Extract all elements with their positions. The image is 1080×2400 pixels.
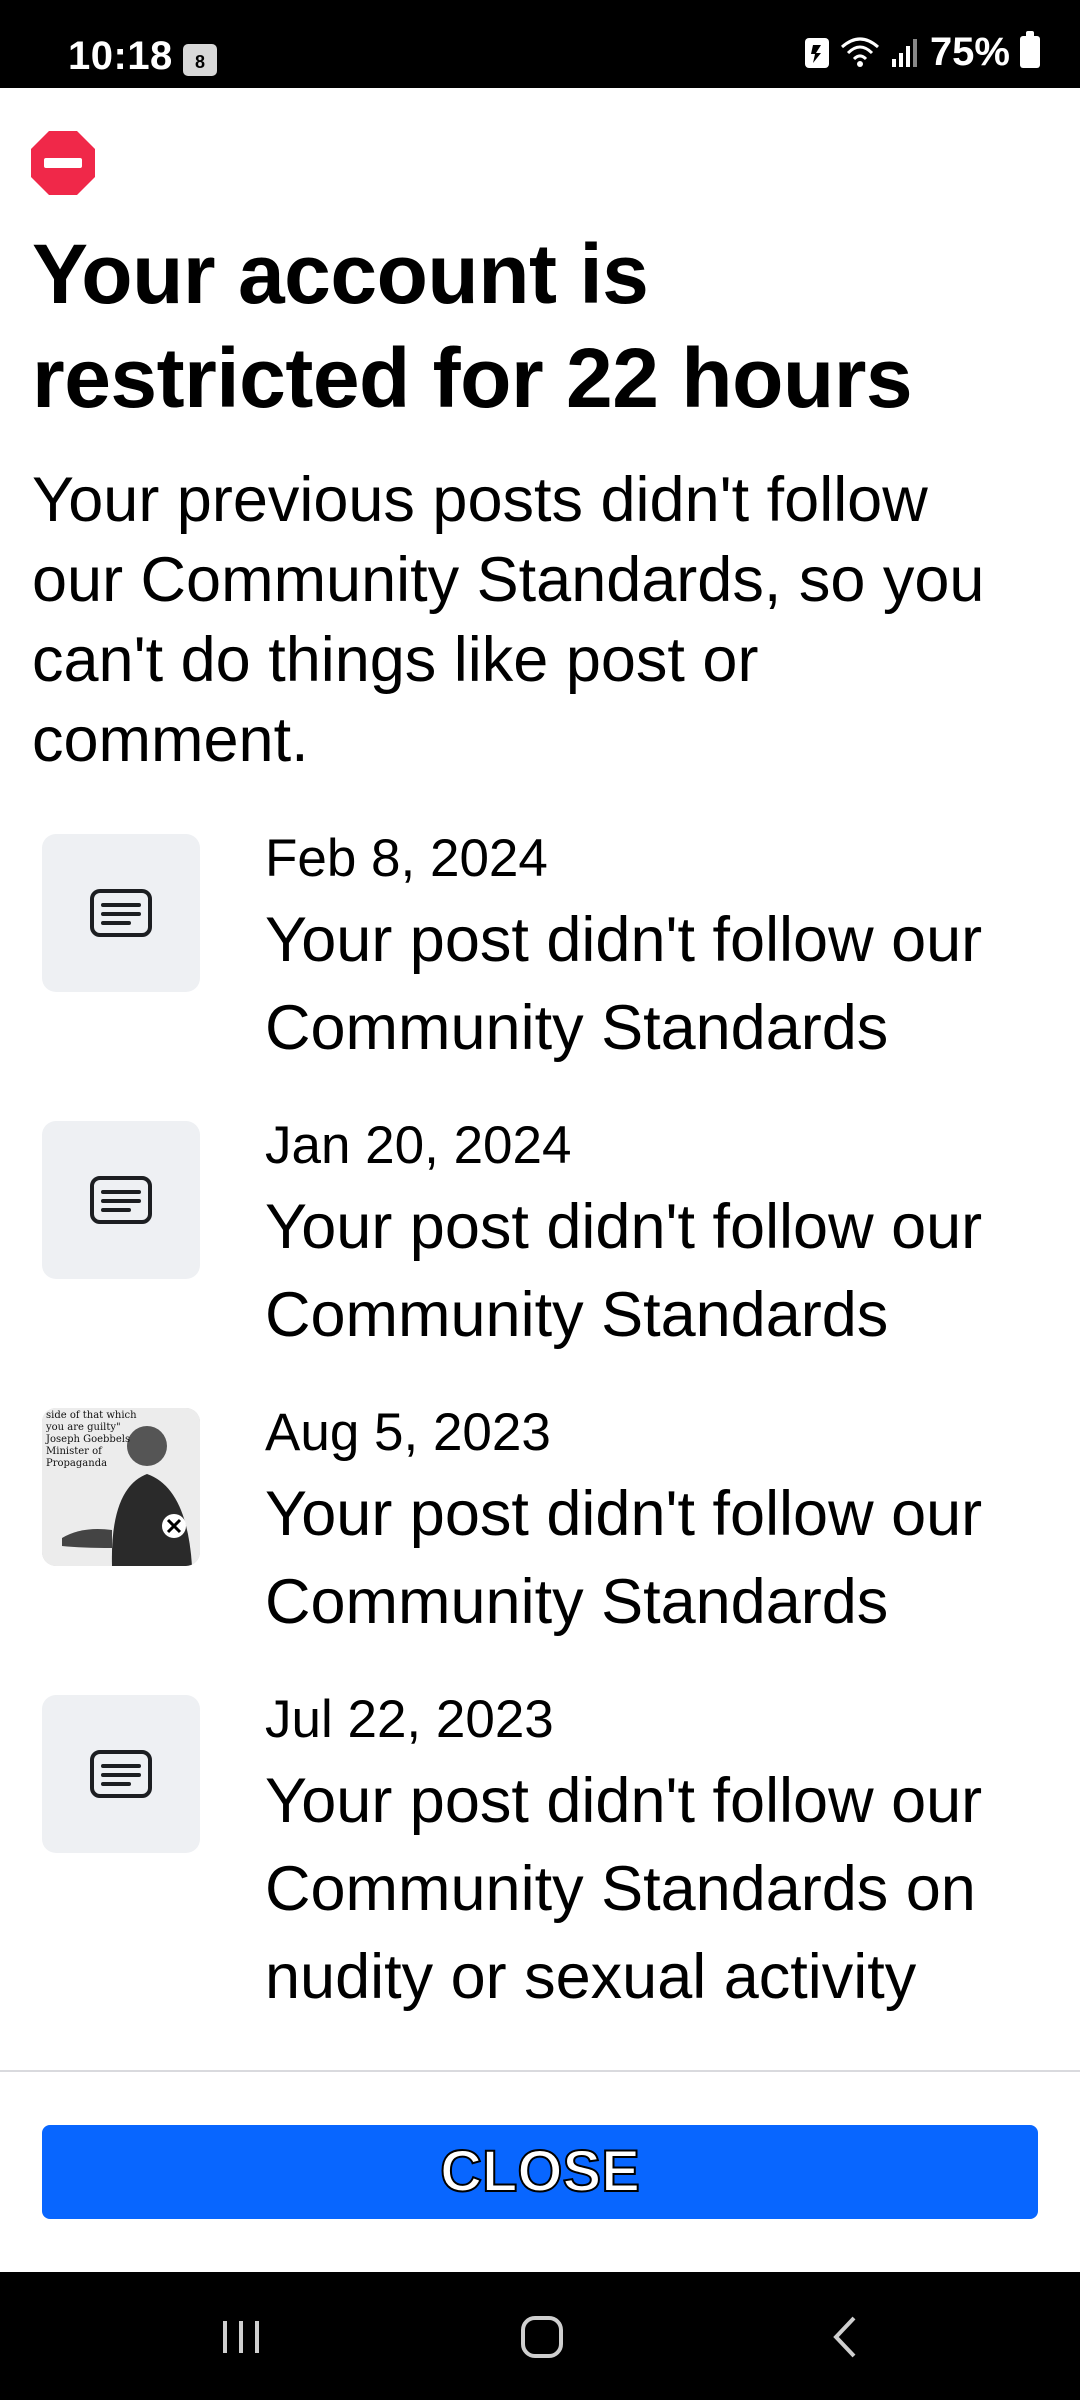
document-icon xyxy=(90,1750,152,1798)
close-button[interactable]: CLOSE xyxy=(42,2125,1038,2219)
recent-apps-button[interactable] xyxy=(196,2302,286,2372)
post-image-thumbnail: side of that which you are guilty" Josep… xyxy=(42,1408,200,1566)
post-thumbnail xyxy=(42,834,200,992)
dialog-subtitle: Your previous posts didn't follow our Co… xyxy=(32,465,985,775)
document-icon xyxy=(90,889,152,937)
back-icon xyxy=(833,2316,856,2358)
violation-message: Your post didn't follow our Community St… xyxy=(265,1766,983,2012)
violation-message: Your post didn't follow our Community St… xyxy=(265,905,983,1063)
document-icon xyxy=(90,1176,152,1224)
calendar-icon: 8 xyxy=(183,44,217,76)
post-thumbnail xyxy=(42,1121,200,1279)
wifi-icon xyxy=(840,37,879,67)
footer-divider xyxy=(0,2070,1080,2072)
violation-item[interactable]: Jul 22, 2023 Your post didn't follow our… xyxy=(42,1689,1052,2019)
home-button[interactable] xyxy=(497,2302,587,2372)
navigation-bar xyxy=(0,2272,1080,2400)
post-image-caption: side of that which you are guilty" Josep… xyxy=(46,1410,137,1469)
home-icon xyxy=(521,2316,563,2358)
violation-item[interactable]: Feb 8, 2024 Your post didn't follow our … xyxy=(42,828,1052,1115)
status-bar: 10:18 8 75% xyxy=(0,0,1080,88)
violation-date: Aug 5, 2023 xyxy=(265,1403,551,1462)
signal-icon xyxy=(891,39,917,67)
battery-icon xyxy=(1020,31,1040,68)
recent-apps-icon xyxy=(223,2321,259,2353)
restriction-stop-icon xyxy=(31,131,95,195)
battery-saver-icon xyxy=(804,38,829,68)
violation-message: Your post didn't follow our Community St… xyxy=(265,1192,983,1350)
violation-list: Feb 8, 2024 Your post didn't follow our … xyxy=(42,828,1052,2019)
violation-date: Feb 8, 2024 xyxy=(265,829,548,888)
violation-message: Your post didn't follow our Community St… xyxy=(265,1479,983,1637)
violation-date: Jul 22, 2023 xyxy=(265,1690,554,1749)
battery-percent: 75% xyxy=(929,29,1010,74)
post-thumbnail xyxy=(42,1695,200,1853)
back-button[interactable] xyxy=(800,2302,890,2372)
dialog-title: Your account is restricted for 22 hours xyxy=(32,227,913,425)
status-time: 10:18 xyxy=(68,34,173,78)
status-indicators: 75% xyxy=(804,30,1040,74)
violation-date: Jan 20, 2024 xyxy=(265,1116,572,1175)
violation-item[interactable]: side of that which you are guilty" Josep… xyxy=(42,1402,1052,1689)
violation-item[interactable]: Jan 20, 2024 Your post didn't follow our… xyxy=(42,1115,1052,1402)
